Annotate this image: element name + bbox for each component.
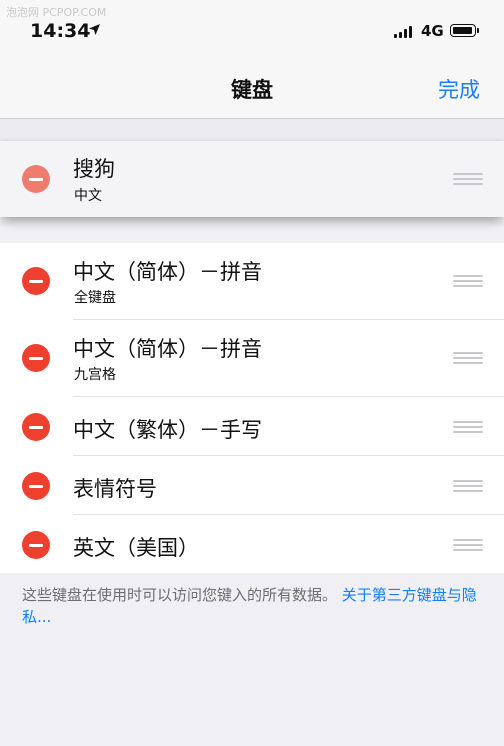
reorder-handle-icon[interactable] <box>453 480 483 492</box>
signal-icon <box>394 26 415 38</box>
location-arrow-icon <box>89 24 100 35</box>
delete-minus-icon[interactable] <box>22 165 50 193</box>
keyboard-subtitle: 全键盘 <box>74 290 116 306</box>
status-time: 14:34 <box>30 20 91 42</box>
keyboard-subtitle: 九宫格 <box>74 367 116 383</box>
keyboard-row[interactable]: 中文（简体）－拼音 九宫格 <box>0 320 504 397</box>
keyboard-title: 中文（简体）－拼音 <box>73 260 262 284</box>
watermark: 泡泡网 PCPOP.COM <box>6 6 107 19</box>
keyboard-title: 中文（繁体）－手写 <box>73 418 262 442</box>
keyboard-title: 英文（美国） <box>73 536 199 560</box>
keyboard-title: 搜狗 <box>73 157 115 181</box>
drop-gap <box>0 217 504 243</box>
delete-minus-icon[interactable] <box>22 267 50 295</box>
keyboard-title: 中文（简体）－拼音 <box>73 337 262 361</box>
keyboard-row[interactable]: 中文（简体）－拼音 全键盘 <box>0 243 504 320</box>
page-title: 键盘 <box>231 78 273 102</box>
reorder-handle-icon[interactable] <box>453 173 483 185</box>
reorder-handle-icon[interactable] <box>453 539 483 551</box>
reorder-handle-icon[interactable] <box>453 352 483 364</box>
keyboard-row[interactable]: 英文（美国） <box>0 515 504 573</box>
keyboard-subtitle: 中文 <box>74 188 102 204</box>
delete-minus-icon[interactable] <box>22 344 50 372</box>
nav-bar: 键盘 完成 <box>0 56 504 119</box>
network-type: 4G <box>421 22 444 40</box>
keyboard-row[interactable]: 表情符号 <box>0 456 504 515</box>
battery-icon <box>450 24 479 37</box>
done-button[interactable]: 完成 <box>438 74 480 104</box>
delete-minus-icon[interactable] <box>22 472 50 500</box>
status-bar: 泡泡网 PCPOP.COM 14:34 4G <box>0 0 504 56</box>
keyboard-row[interactable]: 中文（繁体）－手写 <box>0 397 504 456</box>
reorder-handle-icon[interactable] <box>453 421 483 433</box>
privacy-note-text: 这些键盘在使用时可以访问您键入的所有数据。 <box>22 586 338 604</box>
delete-minus-icon[interactable] <box>22 531 50 559</box>
keyboard-title: 表情符号 <box>73 477 157 501</box>
privacy-note: 这些键盘在使用时可以访问您键入的所有数据。 关于第三方键盘与隐私... <box>22 584 482 628</box>
reorder-handle-icon[interactable] <box>453 275 483 287</box>
delete-minus-icon[interactable] <box>22 413 50 441</box>
keyboard-row-sogou[interactable]: 搜狗 中文 <box>0 141 504 217</box>
section-gap <box>0 119 504 141</box>
